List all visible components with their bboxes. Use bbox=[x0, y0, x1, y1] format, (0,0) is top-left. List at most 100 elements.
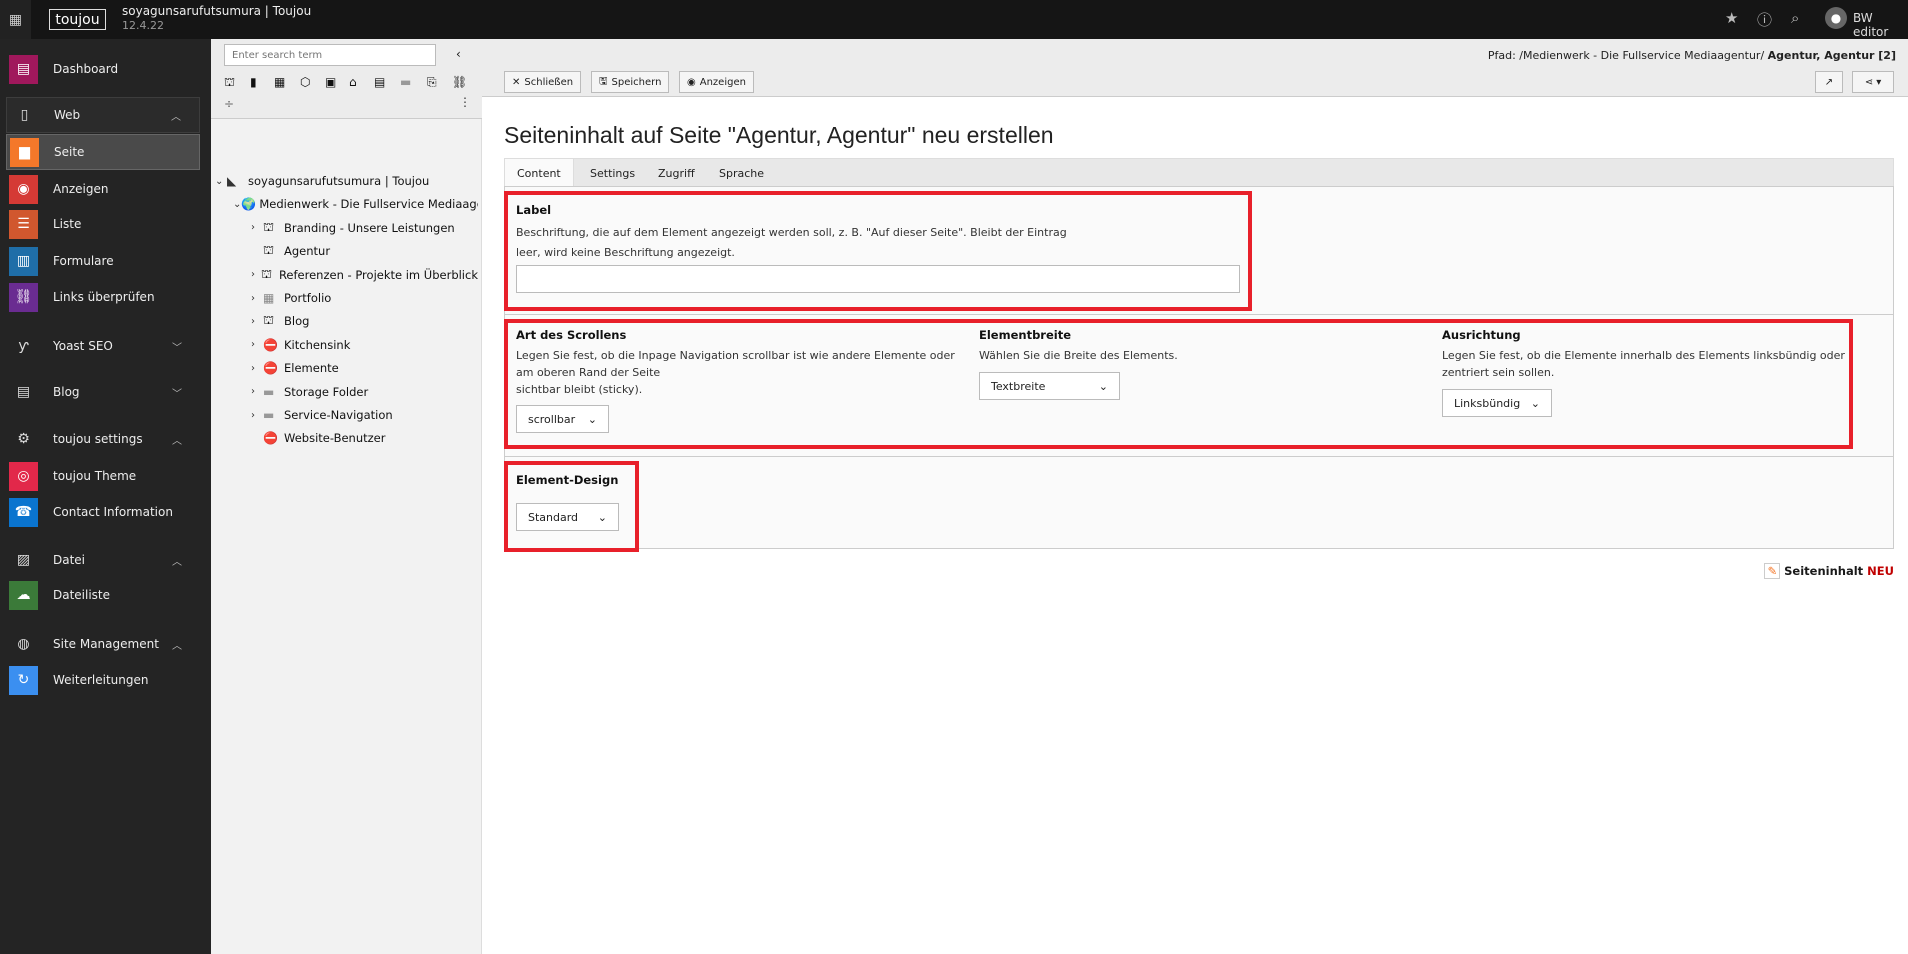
tree-item-label: soyagunsarufutsumura | Toujou bbox=[248, 174, 430, 188]
grid-icon[interactable]: ▦ bbox=[274, 75, 285, 89]
content-element-icon: ✎ bbox=[1764, 563, 1781, 579]
ticket-icon[interactable]: ▣ bbox=[325, 75, 336, 89]
path-page[interactable]: Agentur, Agentur [2] bbox=[1768, 49, 1896, 62]
tree-item[interactable]: ⛔ Website-Benutzer bbox=[251, 427, 478, 449]
shortcut-page-icon: ⛫ bbox=[263, 219, 275, 234]
chevron-up-icon[interactable]: ︿ bbox=[171, 108, 181, 123]
form-icon: ▥ bbox=[9, 246, 38, 276]
page-icon: ▆ bbox=[10, 137, 39, 167]
sidebar-item-label: Seite bbox=[54, 145, 85, 159]
divider-icon[interactable]: ÷ bbox=[224, 97, 234, 111]
sidebar-item-label: Anzeigen bbox=[53, 182, 109, 196]
sidebar-group-web[interactable]: ▯ Web ︿ bbox=[6, 97, 200, 133]
sidebar-item-label: Formulare bbox=[53, 254, 114, 268]
chevron-right-icon[interactable]: › bbox=[251, 410, 263, 421]
page-icon[interactable]: ▮ bbox=[250, 75, 257, 89]
chevron-right-icon[interactable]: › bbox=[251, 363, 263, 374]
eye-icon: ◉ bbox=[687, 76, 696, 88]
sidebar-group-yoast-seo[interactable]: ƴ Yoast SEO ﹀ bbox=[6, 328, 200, 364]
tree-item[interactable]: › ⛔ Kitchensink bbox=[251, 334, 478, 356]
user-name[interactable]: BW editor bbox=[1853, 11, 1908, 39]
sidebar-item-seite[interactable]: ▆ Seite bbox=[6, 134, 200, 170]
tree-item-label: Website-Benutzer bbox=[284, 431, 386, 446]
sidebar-item-label: Weiterleitungen bbox=[53, 673, 149, 687]
sidebar-item-label: Site Management bbox=[53, 637, 159, 651]
apps-grid-icon[interactable]: ▦ bbox=[0, 0, 31, 39]
chevron-down-icon[interactable]: ⌄ bbox=[233, 199, 241, 210]
open-new-window-button[interactable]: ↗ bbox=[1815, 71, 1843, 93]
redirect-icon: ↻ bbox=[9, 665, 38, 695]
view-button[interactable]: ◉ Anzeigen bbox=[679, 71, 754, 93]
sidebar-item-dateiliste[interactable]: ☁ Dateiliste bbox=[6, 577, 200, 613]
shortcut-page-icon[interactable]: ⛫ bbox=[224, 75, 235, 91]
sidebar-group-blog[interactable]: ▤ Blog ﹀ bbox=[6, 374, 200, 410]
tree-item-label: Storage Folder bbox=[284, 384, 369, 399]
tree-item[interactable]: › ⛔ Elemente bbox=[251, 357, 478, 379]
search-icon[interactable]: ⌕ bbox=[1791, 9, 1799, 27]
chevron-right-icon[interactable]: › bbox=[251, 316, 263, 327]
save-button[interactable]: 🖫 Speichern bbox=[591, 71, 670, 93]
mount-icon[interactable]: ⎘ bbox=[427, 75, 437, 90]
sidebar-item-dashboard[interactable]: ▤ Dashboard bbox=[6, 51, 200, 87]
sidebar-item-toujou-theme[interactable]: ◎ toujou Theme bbox=[6, 458, 200, 494]
dashboard-icon: ▤ bbox=[9, 54, 38, 84]
tree-item[interactable]: › ▬ Service-Navigation bbox=[251, 404, 478, 426]
sidebar-item-liste[interactable]: ☰ Liste bbox=[6, 206, 200, 242]
news-icon[interactable]: ▤ bbox=[374, 75, 385, 89]
chevron-up-icon[interactable]: ︿ bbox=[172, 637, 182, 652]
tree-item[interactable]: › ⛫ Branding - Unsere Leistungen bbox=[251, 217, 478, 239]
help-icon[interactable]: ⓘ bbox=[1757, 9, 1772, 30]
tree-item-label: Service-Navigation bbox=[284, 408, 393, 422]
sidebar-group-site-management[interactable]: ◍ Site Management ︿ bbox=[6, 626, 200, 662]
user-avatar-icon[interactable]: ● bbox=[1825, 7, 1847, 29]
sidebar-item-formulare[interactable]: ▥ Formulare bbox=[6, 243, 200, 279]
tab-settings[interactable]: Settings bbox=[578, 159, 647, 187]
sidebar-group-datei[interactable]: ▨ Datei ︿ bbox=[6, 542, 200, 578]
page-tree-toolbar: ‹ ⛫ ▮ ▦ ⬡ ▣ ⌂ ▤ ▬ ⎘ ⛓ ÷ ⋮ bbox=[211, 39, 482, 119]
sidebar-item-contact-information[interactable]: ☎ Contact Information bbox=[6, 494, 200, 530]
chevron-down-icon[interactable]: ﹀ bbox=[172, 339, 182, 354]
chevron-down-icon[interactable]: ﹀ bbox=[172, 385, 182, 400]
collapse-tree-icon[interactable]: ‹ bbox=[456, 47, 461, 61]
chevron-right-icon[interactable]: › bbox=[251, 386, 263, 397]
logo[interactable]: toujou bbox=[49, 9, 106, 30]
highlight-box-design bbox=[504, 461, 639, 552]
tree-search-input[interactable] bbox=[224, 44, 436, 66]
sidebar-item-label: Blog bbox=[53, 385, 80, 399]
tree-item[interactable]: › ⛫ Blog bbox=[251, 310, 478, 332]
sidebar-item-weiterleitungen[interactable]: ↻ Weiterleitungen bbox=[6, 662, 200, 698]
close-button[interactable]: ✕ Schließen bbox=[504, 71, 582, 93]
group-icon: ⚙ bbox=[17, 431, 30, 447]
breadcrumb: Pfad: /Medienwerk - Die Fullservice Medi… bbox=[1488, 49, 1896, 62]
tree-item[interactable]: ⌄🌍Medienwerk - Die Fullservice Mediaagen… bbox=[233, 193, 478, 215]
chevron-right-icon[interactable]: › bbox=[251, 339, 263, 350]
tree-item[interactable]: › ⛫ Referenzen - Projekte im Überblick bbox=[251, 264, 478, 286]
chevron-up-icon[interactable]: ︿ bbox=[172, 553, 182, 568]
star-icon[interactable]: ★ bbox=[1725, 9, 1738, 27]
cube-icon[interactable]: ⬡ bbox=[300, 75, 310, 89]
chevron-right-icon[interactable]: › bbox=[251, 222, 263, 233]
store-icon[interactable]: ⌂ bbox=[349, 75, 357, 89]
share-button[interactable]: ⋖ ▾ bbox=[1852, 71, 1894, 93]
chevron-up-icon[interactable]: ︿ bbox=[172, 432, 182, 447]
sidebar-item-label: Yoast SEO bbox=[53, 339, 113, 353]
link-icon[interactable]: ⛓ bbox=[452, 75, 467, 89]
tree-item[interactable]: ⛫ Agentur bbox=[251, 240, 478, 262]
tree-item[interactable]: ⌄ ◣ soyagunsarufutsumura | Toujou bbox=[215, 170, 478, 192]
sidebar-group-toujou-settings[interactable]: ⚙ toujou settings ︿ bbox=[6, 421, 200, 457]
tree-item[interactable]: › ▦ Portfolio bbox=[251, 287, 478, 309]
folder-icon: ▬ bbox=[263, 408, 275, 422]
chevron-down-icon[interactable]: ⌄ bbox=[215, 176, 227, 187]
folder-icon[interactable]: ▬ bbox=[400, 75, 411, 89]
more-icon[interactable]: ⋮ bbox=[459, 95, 471, 109]
tree-item[interactable]: › ▬ Storage Folder bbox=[251, 381, 478, 403]
sidebar-item-links-berpr-fen[interactable]: ⛓ Links überprüfen bbox=[6, 279, 200, 315]
divider bbox=[505, 456, 1893, 457]
chevron-right-icon[interactable]: › bbox=[251, 293, 263, 304]
sidebar-item-anzeigen[interactable]: ◉ Anzeigen bbox=[6, 171, 200, 207]
chevron-right-icon[interactable]: › bbox=[251, 269, 261, 280]
tab-sprache[interactable]: Sprache bbox=[707, 159, 776, 187]
tab-content[interactable]: Content bbox=[504, 159, 574, 188]
save-label: Speichern bbox=[611, 76, 662, 88]
tab-zugriff[interactable]: Zugriff bbox=[646, 159, 707, 187]
